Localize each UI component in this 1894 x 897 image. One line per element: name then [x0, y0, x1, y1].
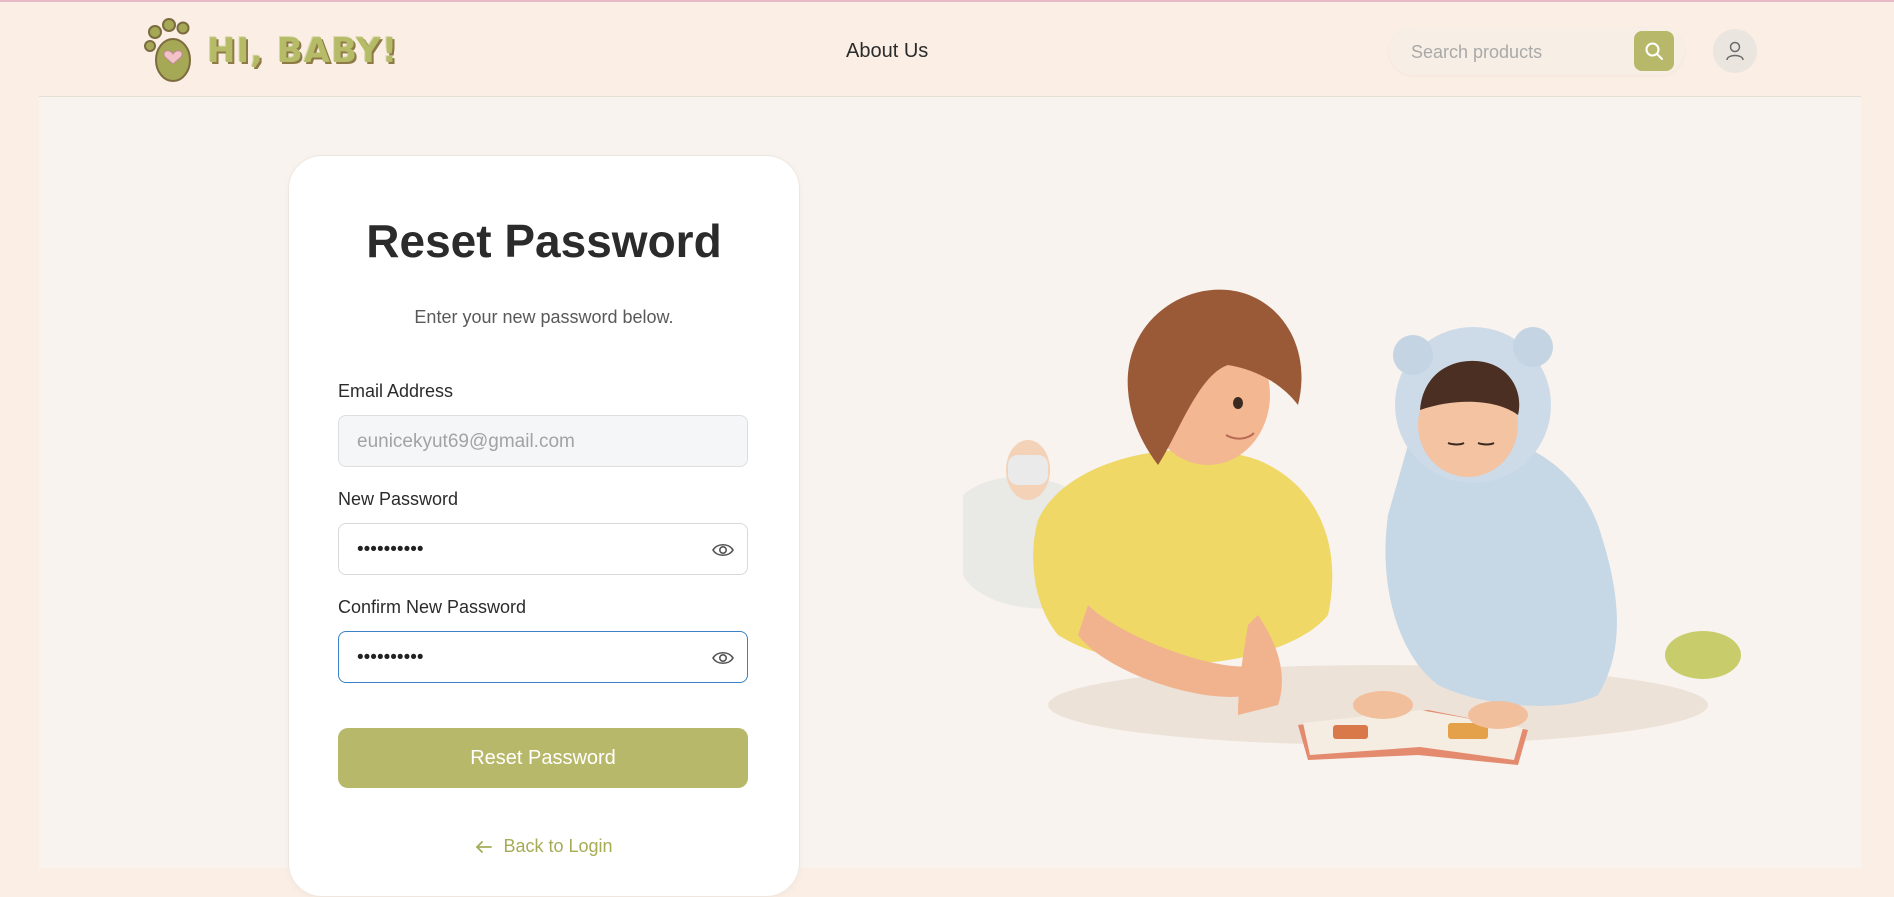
new-password-input[interactable]: [355, 524, 699, 576]
email-field: [338, 415, 748, 468]
site-header: HI, BABY! About Us: [0, 2, 1894, 97]
paw-logo-icon: [144, 18, 191, 82]
brand-name: HI, BABY!: [207, 31, 399, 71]
new-password-field: [338, 523, 748, 576]
confirm-password-field: [338, 631, 748, 684]
eye-icon[interactable]: [711, 538, 735, 562]
email-input: [355, 416, 699, 468]
mother-child-reading-illustration: [963, 289, 1741, 765]
arrow-left-icon: [476, 840, 493, 853]
search-button[interactable]: [1634, 31, 1674, 71]
page-subtitle: Enter your new password below.: [414, 307, 674, 327]
brand-logo[interactable]: HI, BABY!: [143, 16, 398, 86]
new-password-label: New Password: [338, 489, 459, 509]
search-input[interactable]: [1409, 27, 1643, 77]
user-icon: [1726, 41, 1744, 61]
page-title: Reset Password: [366, 215, 722, 267]
eye-icon[interactable]: [711, 646, 735, 670]
search-icon: [1645, 42, 1663, 60]
confirm-password-input[interactable]: [355, 632, 699, 684]
confirm-password-label: Confirm New Password: [338, 597, 527, 617]
back-to-login-link[interactable]: Back to Login: [289, 836, 799, 857]
search-bar: [1389, 27, 1684, 77]
back-to-login-label: Back to Login: [503, 836, 613, 856]
reset-password-button[interactable]: Reset Password: [338, 728, 748, 788]
account-button[interactable]: [1713, 29, 1757, 73]
nav-about-us[interactable]: About Us: [846, 40, 928, 63]
reset-password-card: Reset Password Enter your new password b…: [288, 155, 800, 897]
email-label: Email Address: [338, 381, 454, 401]
